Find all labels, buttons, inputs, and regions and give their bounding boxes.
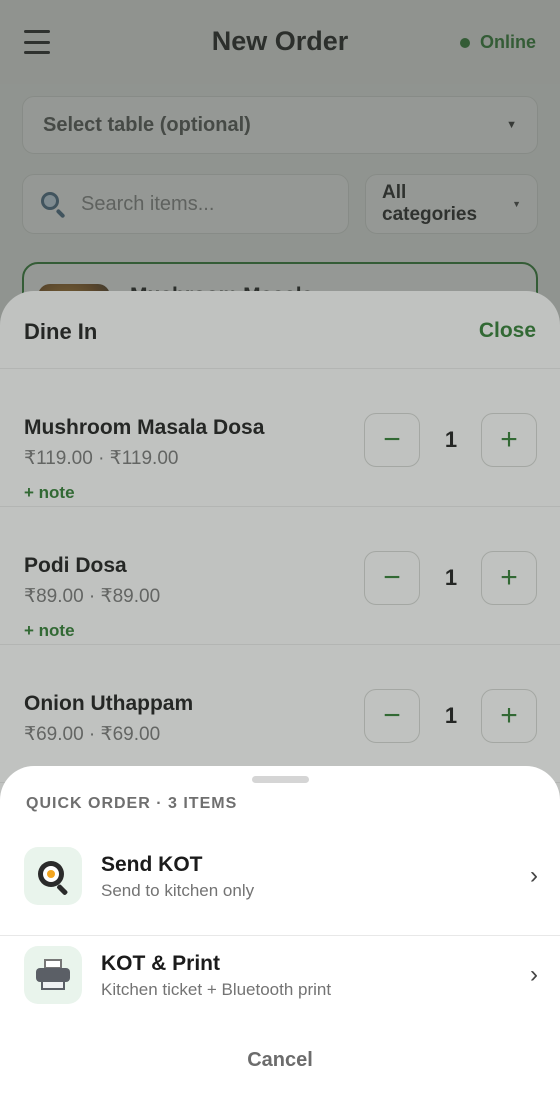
quick-order-sheet: QUICK ORDER · 3 ITEMS Send KOT Send to k… bbox=[0, 766, 560, 1096]
send-kot-option[interactable]: Send KOT Send to kitchen only › bbox=[0, 838, 560, 936]
option-subtitle: Send to kitchen only bbox=[101, 881, 255, 900]
option-title: KOT & Print bbox=[101, 952, 220, 975]
drag-handle[interactable] bbox=[252, 776, 309, 783]
option-icon-container bbox=[24, 946, 82, 1004]
printer-icon bbox=[35, 959, 71, 991]
cancel-button[interactable]: Cancel bbox=[0, 1049, 560, 1072]
option-title: Send KOT bbox=[101, 853, 203, 876]
chevron-right-icon: › bbox=[530, 961, 538, 988]
option-icon-container bbox=[24, 847, 82, 905]
frying-pan-egg-icon bbox=[36, 859, 70, 896]
option-subtitle: Kitchen ticket + Bluetooth print bbox=[101, 980, 332, 999]
kot-print-option[interactable]: KOT & Print Kitchen ticket + Bluetooth p… bbox=[0, 937, 560, 1035]
chevron-right-icon: › bbox=[530, 862, 538, 889]
quick-order-heading: QUICK ORDER · 3 ITEMS bbox=[26, 795, 238, 812]
